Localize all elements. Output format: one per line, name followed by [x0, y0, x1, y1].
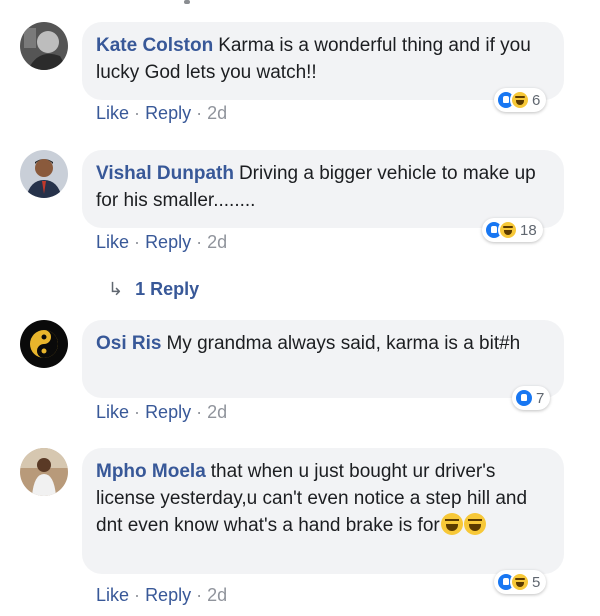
reply-link[interactable]: Reply — [145, 585, 191, 605]
truncated-content-edge — [184, 0, 190, 4]
comment-text-block: Mpho Moela that when u just bought ur dri… — [96, 458, 548, 539]
separator: · — [134, 402, 141, 422]
reply-link[interactable]: Reply — [145, 232, 191, 252]
reaction-summary[interactable]: 18 — [482, 218, 543, 242]
like-icon — [514, 388, 534, 408]
timestamp[interactable]: 2d — [207, 402, 227, 422]
haha-icon — [498, 220, 518, 240]
separator: · — [196, 103, 203, 123]
reaction-summary[interactable]: 5 — [494, 570, 547, 594]
comment-bubble: Mpho Moela that when u just bought ur dri… — [82, 448, 564, 574]
comment-text-block: Vishal Dunpath Driving a bigger vehicle t… — [96, 160, 550, 214]
reaction-summary[interactable]: 6 — [494, 88, 547, 112]
timestamp[interactable]: 2d — [207, 232, 227, 252]
comment-author[interactable]: Vishal Dunpath — [96, 163, 234, 184]
reaction-count: 18 — [520, 221, 537, 239]
comment-actions: Like · Reply · 2d — [96, 232, 227, 253]
laughing-tears-emoji — [440, 513, 463, 535]
reaction-count: 5 — [532, 573, 541, 591]
like-link[interactable]: Like — [96, 103, 129, 123]
reaction-summary[interactable]: 7 — [512, 386, 551, 410]
comment-bubble: Vishal Dunpath Driving a bigger vehicle t… — [82, 150, 564, 228]
comment-text-block: Osi Ris My grandma always said, karma is … — [96, 330, 550, 357]
separator: · — [196, 232, 203, 252]
comment-actions: Like · Reply · 2d — [96, 585, 227, 606]
reply-link[interactable]: Reply — [145, 103, 191, 123]
replies-label: 1 Reply — [135, 279, 200, 299]
timestamp[interactable]: 2d — [207, 585, 227, 605]
laughing-tears-emoji — [463, 513, 486, 535]
separator: · — [134, 103, 141, 123]
comment-text-block: Kate Colston Karma is a wonderful thing a… — [96, 32, 550, 86]
comment-bubble: Osi Ris My grandma always said, karma is … — [82, 320, 564, 398]
comment-bubble: Kate Colston Karma is a wonderful thing a… — [82, 22, 564, 100]
haha-icon — [510, 572, 530, 592]
separator: · — [196, 402, 203, 422]
timestamp[interactable]: 2d — [207, 103, 227, 123]
avatar[interactable] — [20, 448, 68, 496]
comment-author[interactable]: Osi Ris — [96, 333, 161, 354]
like-link[interactable]: Like — [96, 402, 129, 422]
like-link[interactable]: Like — [96, 232, 129, 252]
reaction-count: 6 — [532, 91, 541, 109]
reply-link[interactable]: Reply — [145, 402, 191, 422]
reaction-count: 7 — [536, 389, 545, 407]
comment-author[interactable]: Kate Colston — [96, 35, 213, 56]
separator: · — [196, 585, 203, 605]
avatar[interactable] — [20, 320, 68, 368]
separator: · — [134, 585, 141, 605]
separator: · — [134, 232, 141, 252]
view-replies-link[interactable]: ↳ 1 Reply — [108, 279, 199, 300]
comment-text: My grandma always said, karma is a bit#h — [166, 333, 521, 354]
comment-actions: Like · Reply · 2d — [96, 402, 227, 423]
avatar[interactable] — [20, 150, 68, 198]
avatar[interactable] — [20, 22, 68, 70]
comment-author[interactable]: Mpho Moela — [96, 461, 206, 482]
haha-icon — [510, 90, 530, 110]
comment-actions: Like · Reply · 2d — [96, 103, 227, 124]
like-link[interactable]: Like — [96, 585, 129, 605]
reply-arrow-icon: ↳ — [108, 279, 124, 299]
